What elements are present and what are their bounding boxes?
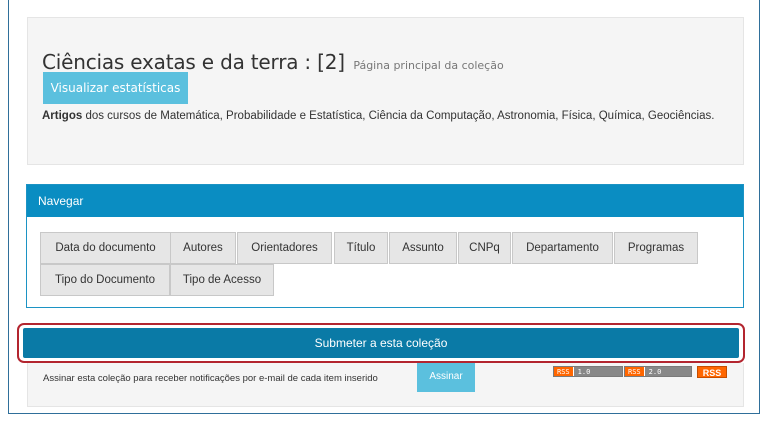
browse-programs-button[interactable]: Programas bbox=[614, 232, 698, 264]
browse-cnpq-button[interactable]: CNPq bbox=[458, 232, 511, 264]
browse-access-type-button[interactable]: Tipo de Acesso bbox=[170, 264, 274, 296]
subscribe-text: Assinar esta coleção para receber notifi… bbox=[43, 373, 378, 384]
browse-panel: Navegar Data do documento Autores Orient… bbox=[26, 184, 744, 308]
browse-department-button[interactable]: Departamento bbox=[512, 232, 613, 264]
browse-advisors-button[interactable]: Orientadores bbox=[237, 232, 332, 264]
rss-2-left-label: RSS bbox=[625, 367, 644, 376]
rss-2-version-label: 2.0 bbox=[643, 367, 691, 376]
subscribe-area: Assinar esta coleção para receber notifi… bbox=[27, 363, 744, 407]
rss-2-feed-icon[interactable]: RSS 2.0 bbox=[624, 366, 692, 377]
subscribe-button[interactable]: Assinar bbox=[417, 363, 475, 392]
browse-heading: Navegar bbox=[27, 185, 743, 217]
submit-highlight: Submeter a esta coleção bbox=[17, 323, 745, 363]
title-row: Ciências exatas e da terra : [2] Página … bbox=[42, 50, 504, 74]
description-bold: Artigos bbox=[42, 110, 83, 122]
view-statistics-button[interactable]: Visualizar estatísticas bbox=[43, 72, 188, 104]
rss-1-left-label: RSS bbox=[554, 367, 573, 376]
rss-feed-icon[interactable]: RSS bbox=[697, 366, 727, 378]
browse-subject-button[interactable]: Assunto bbox=[389, 232, 457, 264]
browse-authors-button[interactable]: Autores bbox=[170, 232, 236, 264]
collection-description: Artigos dos cursos de Matemática, Probab… bbox=[42, 108, 722, 125]
browse-date-button[interactable]: Data do documento bbox=[40, 232, 171, 264]
collection-title: Ciências exatas e da terra : [2] bbox=[42, 50, 345, 74]
collection-header: Ciências exatas e da terra : [2] Página … bbox=[27, 17, 744, 165]
description-text: dos cursos de Matemática, Probabilidade … bbox=[82, 110, 715, 122]
rss-1-version-label: 1.0 bbox=[572, 367, 622, 376]
rss-1-feed-icon[interactable]: RSS 1.0 bbox=[553, 366, 623, 377]
browse-doc-type-button[interactable]: Tipo do Documento bbox=[40, 264, 170, 296]
browse-title-button[interactable]: Título bbox=[334, 232, 388, 264]
collection-home-link[interactable]: Página principal da coleção bbox=[353, 59, 503, 72]
submit-to-collection-button[interactable]: Submeter a esta coleção bbox=[23, 328, 739, 358]
